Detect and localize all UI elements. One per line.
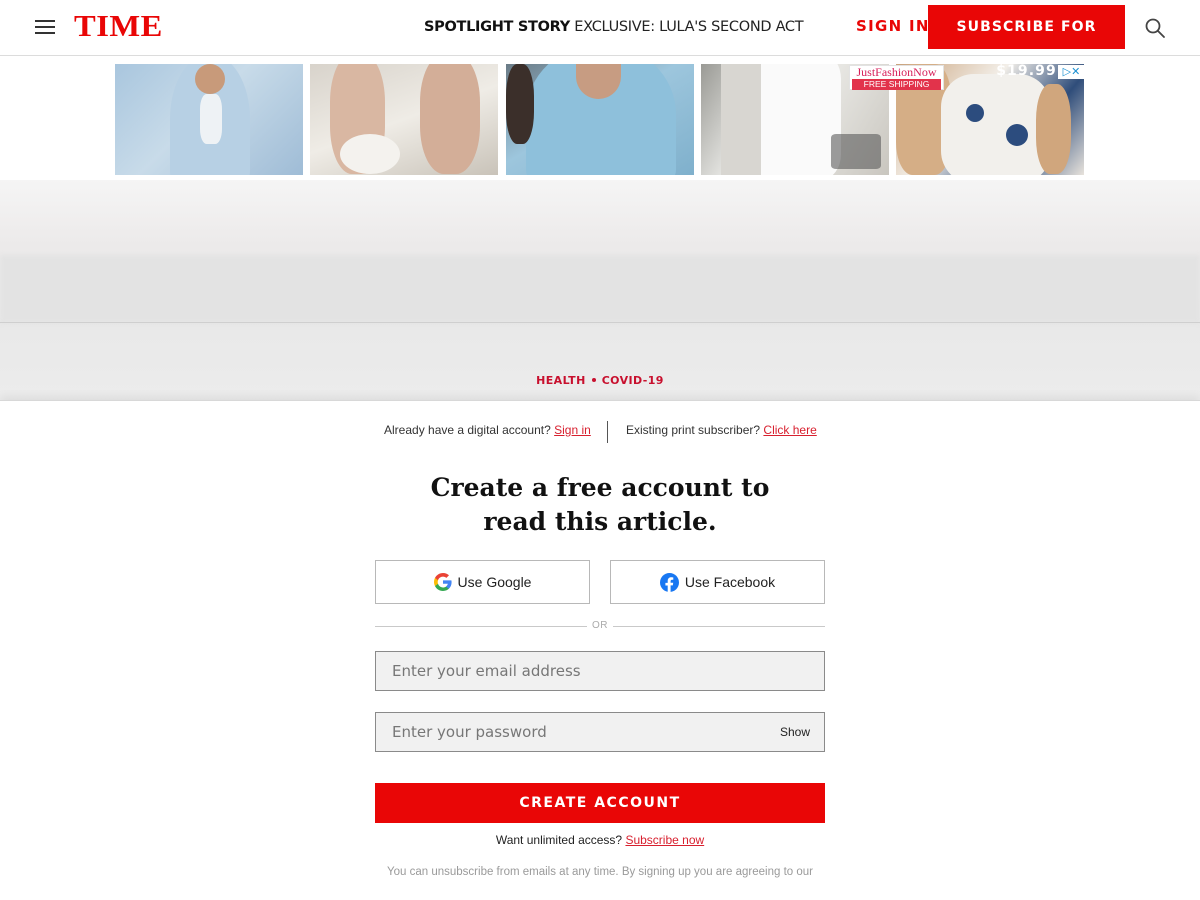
ad-info-icon[interactable]: ▷ [1063, 66, 1071, 78]
divider [0, 322, 1200, 323]
ad-image-blue-top[interactable] [506, 64, 694, 175]
ad-brand-badge[interactable]: JustFashionNow FREE SHIPPING [849, 65, 944, 90]
google-icon [433, 573, 452, 591]
legal-disclaimer: You can unsubscribe from emails at any t… [387, 866, 813, 878]
ad-choices-icon[interactable]: ▷✕ [1058, 65, 1085, 79]
facebook-signin-button[interactable]: Use Facebook [610, 560, 825, 604]
divider-line-right [613, 626, 825, 627]
vertical-divider [607, 421, 608, 443]
ad-image-lace-shoes[interactable] [310, 64, 498, 175]
print-subscriber-text: Existing print subscriber? [626, 423, 761, 437]
registration-modal: Already have a digital account? Sign in … [0, 400, 1200, 900]
ad-close-icon[interactable]: ✕ [1071, 66, 1080, 78]
blurred-block [0, 255, 1200, 323]
dot-separator-icon [591, 378, 596, 382]
headline-line-1: Create a free account to [430, 473, 770, 502]
spotlight-story-link[interactable]: SPOTLIGHT STORY EXCLUSIVE: LULA'S SECOND… [424, 19, 804, 35]
time-logo[interactable]: TIME [74, 8, 163, 44]
facebook-icon [659, 572, 679, 592]
blurred-article-background [0, 180, 1200, 400]
breadcrumb-section[interactable]: HEALTH [536, 374, 586, 387]
create-account-button[interactable]: CREATE ACCOUNT [375, 783, 825, 823]
password-field[interactable] [375, 712, 825, 752]
subscribe-button[interactable]: SUBSCRIBE FOR $19.99 [928, 5, 1125, 79]
subscribe-now-link[interactable]: Subscribe now [625, 833, 704, 847]
ad-brand-tagline: FREE SHIPPING [852, 79, 941, 90]
modal-headline: Create a free account to read this artic… [0, 471, 1200, 539]
show-password-toggle[interactable]: Show [780, 725, 810, 739]
hamburger-menu-icon[interactable] [35, 20, 55, 34]
ad-brand-name: JustFashionNow [856, 65, 937, 79]
sign-in-link[interactable]: SIGN IN [856, 17, 930, 35]
search-icon[interactable] [1144, 17, 1166, 39]
or-divider: OR [375, 620, 825, 634]
spotlight-kicker: SPOTLIGHT STORY [424, 19, 570, 35]
digital-account-text: Already have a digital account? [384, 423, 551, 437]
print-subscriber-prompt: Existing print subscriber? Click here [626, 423, 817, 437]
site-header: TIME SPOTLIGHT STORY EXCLUSIVE: LULA'S S… [0, 0, 1200, 79]
breadcrumb-topic[interactable]: COVID-19 [602, 374, 664, 387]
ad-image-blue-dress[interactable] [115, 64, 303, 175]
google-button-label: Use Google [457, 574, 532, 590]
ad-banner[interactable]: JustFashionNow FREE SHIPPING ▷✕ [115, 64, 1085, 175]
headline-line-2: read this article. [483, 507, 717, 536]
digital-account-prompt: Already have a digital account? Sign in [384, 423, 591, 437]
email-field[interactable] [375, 651, 825, 691]
click-here-link[interactable]: Click here [763, 423, 816, 437]
article-breadcrumb: HEALTH COVID-19 [0, 374, 1200, 387]
unlimited-access-text: Want unlimited access? [495, 833, 623, 847]
unlimited-access-prompt: Want unlimited access? Subscribe now [0, 833, 1200, 847]
google-signin-button[interactable]: Use Google [375, 560, 590, 604]
spotlight-title: EXCLUSIVE: LULA'S SECOND ACT [574, 19, 804, 35]
sign-in-link-modal[interactable]: Sign in [554, 423, 591, 437]
facebook-button-label: Use Facebook [684, 574, 776, 590]
